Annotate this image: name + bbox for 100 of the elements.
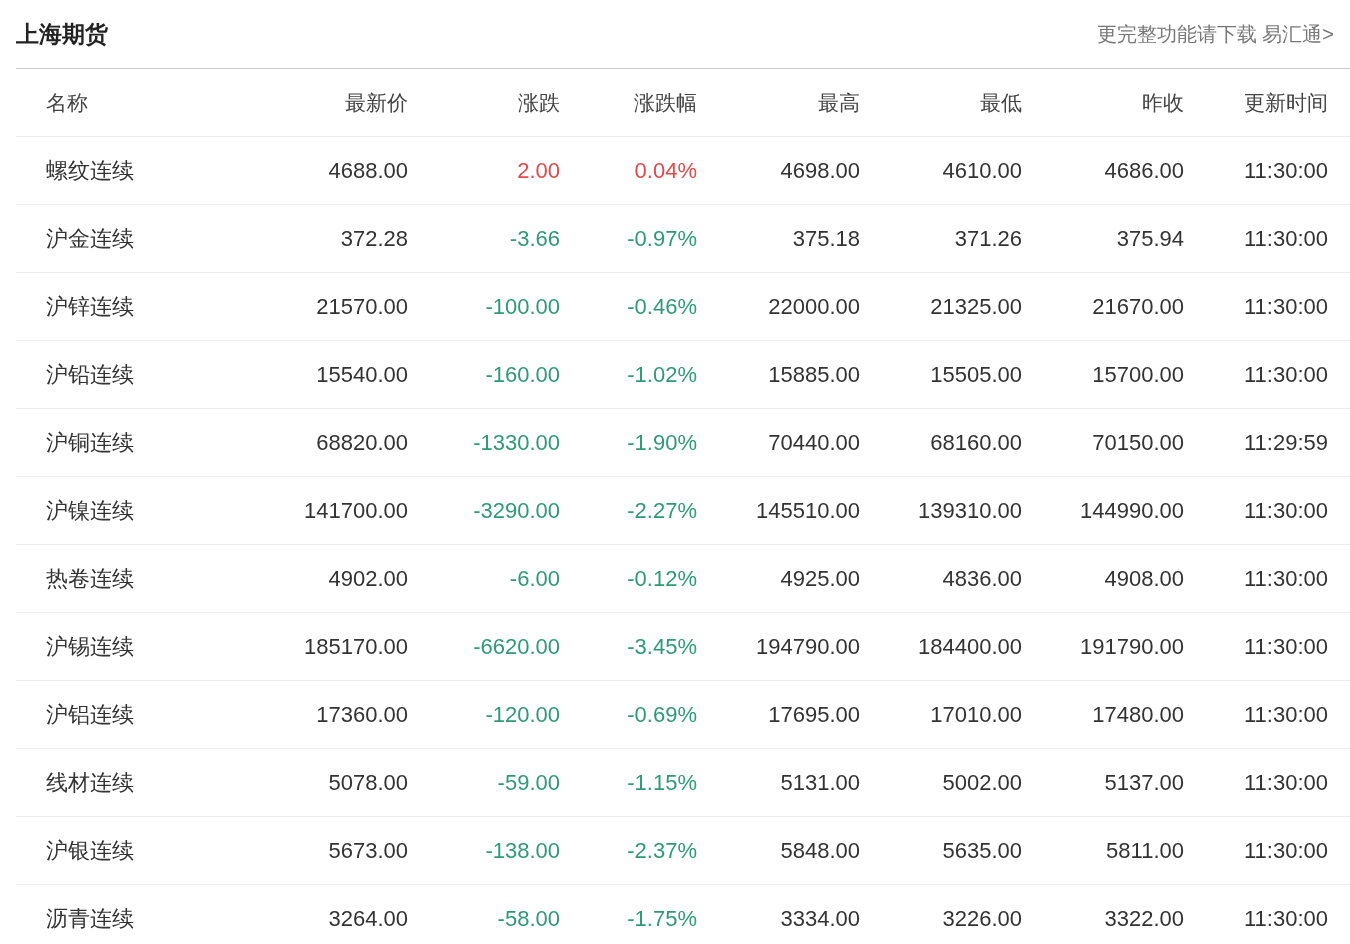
low-cell-text: 68160.00 — [929, 429, 1022, 456]
prev-close-cell-text: 144990.00 — [1079, 497, 1184, 524]
prev-close-cell-text: 4686.00 — [1103, 157, 1184, 184]
price-cell-text: 21570.00 — [315, 293, 408, 320]
change-cell-text: -3290.00 — [472, 497, 560, 524]
column-header[interactable]: 名称 — [46, 88, 250, 117]
change-percent-cell-text: -1.75% — [626, 905, 697, 932]
time-cell-text: 11:30:00 — [1243, 633, 1328, 660]
time-cell-text: 11:30:00 — [1243, 293, 1328, 320]
high-cell-text: 4698.00 — [779, 157, 860, 184]
change-cell-text: 2.00 — [516, 157, 560, 184]
change-cell-text: -58.00 — [496, 905, 560, 932]
name-cell-text: 热卷连续 — [46, 564, 135, 593]
name-cell-text: 沪银连续 — [46, 836, 135, 865]
price-cell-text: 4902.00 — [327, 565, 408, 592]
prev-close-cell-text: 5811.00 — [1105, 837, 1184, 864]
change-cell-text: -1330.00 — [472, 429, 560, 456]
low-cell-text: 21325.00 — [929, 293, 1022, 320]
prev-close-cell-text: 15700.00 — [1091, 361, 1184, 388]
high-cell-text: 4925.00 — [779, 565, 860, 592]
change-cell-text: -160.00 — [484, 361, 560, 388]
column-header[interactable]: 涨跌幅 — [560, 88, 697, 117]
change-cell-text: -59.00 — [496, 769, 560, 796]
time-cell-text: 11:30:00 — [1243, 157, 1328, 184]
low-cell-text: 184400.00 — [917, 633, 1022, 660]
low-cell-text: 4610.00 — [941, 157, 1022, 184]
column-header[interactable]: 最高 — [697, 88, 860, 117]
high-cell-text: 375.18 — [791, 225, 860, 252]
high-cell-text: 3334.00 — [779, 905, 860, 932]
prev-close-cell-text: 17480.00 — [1091, 701, 1184, 728]
price-cell-text: 4688.00 — [327, 157, 408, 184]
name-cell-text: 沪锡连续 — [46, 632, 135, 661]
change-percent-cell-text: -2.27% — [626, 497, 697, 524]
prev-close-cell-text: 191790.00 — [1079, 633, 1184, 660]
high-cell-text: 22000.00 — [767, 293, 860, 320]
prev-close-cell-text: 3322.00 — [1103, 905, 1184, 932]
low-cell-text: 4836.00 — [941, 565, 1022, 592]
column-header[interactable]: 昨收 — [1022, 88, 1184, 117]
low-cell-text: 5635.00 — [941, 837, 1022, 864]
name-cell-text: 线材连续 — [46, 768, 135, 797]
change-cell-text: -138.00 — [484, 837, 560, 864]
high-cell-text: 194790.00 — [755, 633, 860, 660]
price-cell-text: 15540.00 — [315, 361, 408, 388]
high-cell-text: 70440.00 — [767, 429, 860, 456]
name-cell-text: 沪锌连续 — [46, 292, 135, 321]
change-percent-cell-text: -0.97% — [626, 225, 697, 252]
name-cell-text: 螺纹连续 — [46, 156, 135, 185]
name-cell-text: 沥青连续 — [46, 904, 135, 933]
low-cell-text: 139310.00 — [917, 497, 1022, 524]
prev-close-cell-text: 21670.00 — [1091, 293, 1184, 320]
change-cell-text: -100.00 — [484, 293, 560, 320]
time-cell-text: 11:30:00 — [1243, 225, 1328, 252]
high-cell-text: 145510.00 — [755, 497, 860, 524]
time-cell-text: 11:30:00 — [1243, 701, 1328, 728]
price-cell-text: 372.28 — [339, 225, 408, 252]
prev-close-cell-text: 70150.00 — [1091, 429, 1184, 456]
change-percent-cell-text: -0.46% — [626, 293, 697, 320]
change-percent-cell-text: -1.02% — [626, 361, 697, 388]
name-cell-text: 沪金连续 — [46, 224, 135, 253]
section-title: 上海期货 — [16, 19, 108, 49]
name-cell-text: 沪铜连续 — [46, 428, 135, 457]
time-cell-text: 11:30:00 — [1243, 837, 1328, 864]
name-cell-text: 沪铝连续 — [46, 700, 135, 729]
prev-close-cell-text: 375.94 — [1115, 225, 1184, 252]
price-cell-text: 141700.00 — [303, 497, 408, 524]
change-cell-text: -6.00 — [508, 565, 560, 592]
prev-close-cell-text: 5137.00 — [1103, 769, 1184, 796]
high-cell-text: 5131.00 — [779, 769, 860, 796]
time-cell-text: 11:30:00 — [1243, 497, 1328, 524]
price-cell-text: 3264.00 — [327, 905, 408, 932]
price-cell-text: 68820.00 — [315, 429, 408, 456]
change-percent-cell-text: 0.04% — [633, 157, 697, 184]
column-header[interactable]: 涨跌 — [408, 88, 560, 117]
time-cell-text: 11:30:00 — [1243, 905, 1328, 932]
change-cell-text: -120.00 — [484, 701, 560, 728]
change-cell-text: -3.66 — [508, 225, 560, 252]
change-percent-cell-text: -1.15% — [626, 769, 697, 796]
change-cell-text: -6620.00 — [472, 633, 560, 660]
price-cell-text: 17360.00 — [315, 701, 408, 728]
download-link[interactable]: 更完整功能请下载 易汇通> — [1096, 20, 1334, 48]
low-cell-text: 5002.00 — [941, 769, 1022, 796]
column-header[interactable]: 最新价 — [250, 88, 408, 117]
low-cell-text: 371.26 — [953, 225, 1022, 252]
low-cell-text: 15505.00 — [929, 361, 1022, 388]
prev-close-cell-text: 4908.00 — [1103, 565, 1184, 592]
column-header[interactable]: 更新时间 — [1184, 88, 1328, 117]
change-percent-cell-text: -2.37% — [626, 837, 697, 864]
column-header[interactable]: 最低 — [860, 88, 1022, 117]
high-cell-text: 17695.00 — [767, 701, 860, 728]
time-cell-text: 11:30:00 — [1243, 769, 1328, 796]
change-percent-cell-text: -0.12% — [626, 565, 697, 592]
high-cell-text: 5848.00 — [779, 837, 860, 864]
time-cell-text: 11:30:00 — [1243, 565, 1328, 592]
time-cell-text: 11:30:00 — [1243, 361, 1328, 388]
time-cell-text: 11:29:59 — [1243, 429, 1328, 456]
name-cell-text: 沪镍连续 — [46, 496, 135, 525]
price-cell-text: 5078.00 — [327, 769, 408, 796]
change-percent-cell-text: -3.45% — [626, 633, 697, 660]
price-cell-text: 185170.00 — [303, 633, 408, 660]
name-cell-text: 沪铅连续 — [46, 360, 135, 389]
